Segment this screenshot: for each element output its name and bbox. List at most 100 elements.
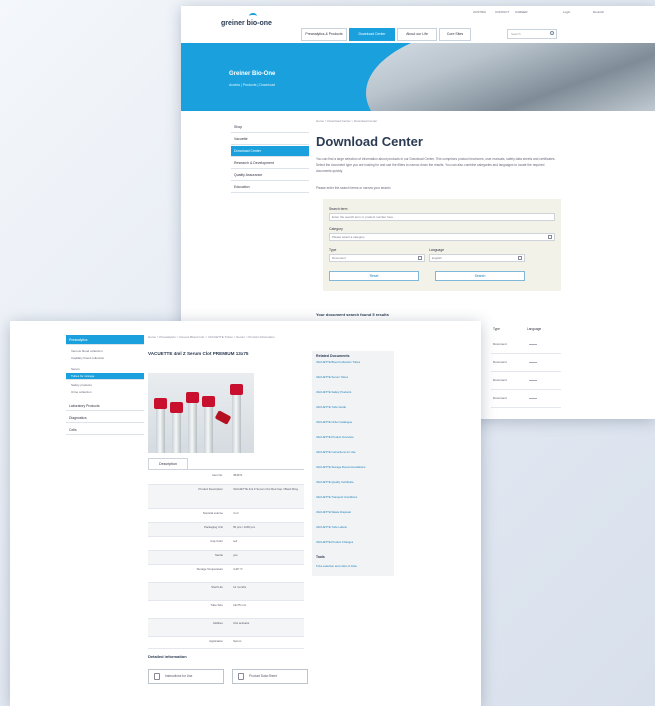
detailed-information-heading: Detailed information (148, 654, 187, 659)
search-note: Please enter the search terms or narrow … (316, 186, 392, 190)
spec-value: VACUETTE 4ml Z Serum Clot Red Cap / Blac… (233, 487, 298, 491)
search-input[interactable]: Search (507, 29, 557, 39)
type-label: Type (329, 248, 337, 252)
document-link[interactable]: VACUETTE Order Catalogue (316, 420, 390, 425)
instructions-download-button[interactable]: Instructions for Use (148, 669, 224, 684)
product-detail-page: Preanalytics Venous blood collection Cap… (10, 321, 481, 706)
spec-key: Cap Color (210, 539, 223, 543)
reset-button[interactable]: Reset (329, 271, 419, 281)
search-term-field[interactable]: Enter the search term or product number … (329, 213, 555, 221)
document-link[interactable]: VACUETTE Waste Disposal (316, 510, 390, 515)
util-link-career[interactable]: CAREER (515, 10, 528, 14)
table-row[interactable]: Document (491, 372, 561, 390)
sidebar-item-download-center[interactable]: Download Center (231, 146, 309, 157)
spec-key: Tube Size (210, 603, 223, 607)
instructions-label: Instructions for Use (165, 674, 193, 678)
column-header-type[interactable]: Type (493, 327, 500, 331)
search-icon[interactable] (550, 31, 554, 35)
column-header-language[interactable]: Language (527, 327, 541, 331)
spec-value: 12 months (233, 585, 247, 589)
row-language-dash (529, 344, 537, 345)
sidebar-item-shop[interactable]: Shop (231, 122, 309, 133)
sidebar-item-quality[interactable]: Quality Assurance (231, 170, 309, 181)
tab-divider (148, 469, 304, 470)
breadcrumb[interactable]: Home > Preanalytics > Venous Blood Coll.… (148, 335, 275, 339)
spec-key: Application (209, 639, 223, 643)
site-logo[interactable]: greiner bio-one (221, 20, 272, 27)
spec-row: Storage Temperature 4-25 °C (148, 565, 304, 583)
tools-link[interactable]: Tube selection and order of draw (316, 564, 357, 568)
page-title: Download Center (316, 134, 423, 149)
util-link-contact[interactable]: CONTACT (495, 10, 509, 14)
category-label: Category (329, 227, 343, 231)
language-link[interactable]: Deutsch (593, 10, 604, 14)
tube-graphic (186, 392, 199, 453)
tab-description[interactable]: Description (148, 458, 188, 469)
tube-cap-graphic (214, 410, 232, 425)
spec-key: Packaging Unit (204, 525, 223, 529)
type-select[interactable]: Document (329, 254, 425, 262)
sidebar-item-education[interactable]: Education (231, 182, 309, 193)
sidebar-subitem-active[interactable]: Tubes for storage (66, 373, 144, 380)
spec-key: Nominal volume (202, 511, 223, 515)
document-link[interactable]: VACUETTE Serum Tubes (316, 375, 390, 380)
search-button[interactable]: Search (435, 271, 525, 281)
sidebar-item-laboratory[interactable]: Laboratory Products (66, 401, 144, 411)
hero-keyboard-image (366, 43, 655, 111)
table-row[interactable]: Document (491, 390, 561, 408)
language-select[interactable]: English (429, 254, 525, 262)
product-title: VACUETTE 4ml Z Serum Clot PREMIUM 13x75 (148, 351, 249, 356)
datasheet-download-button[interactable]: Product Data Sheet (232, 669, 308, 684)
sidebar-subitem[interactable]: Venous blood collection (66, 348, 144, 354)
product-image (148, 373, 254, 453)
hero-subtitle: Austria | Products | Download (229, 83, 275, 87)
document-link[interactable]: VACUETTE Tube Guide (316, 405, 390, 410)
document-link[interactable]: VACUETTE Storage Recommendations (316, 465, 390, 470)
related-documents-panel: Related Documents VACUETTE Blood Collect… (312, 351, 394, 573)
sidebar-item-vacuette[interactable]: Vacuette (231, 134, 309, 145)
sidebar-subitem[interactable]: Capillary blood collection (66, 355, 144, 361)
document-link[interactable]: VACUETTE Blood Collection Tubes (316, 360, 390, 365)
nav-tab-about[interactable]: About our Life (397, 28, 437, 41)
category-value: Please select a category (332, 235, 365, 239)
spec-row: Sterile yes (148, 551, 304, 565)
spec-value: 13x75 mm (233, 603, 247, 607)
spec-row: Additive Clot activator (148, 619, 304, 637)
document-link[interactable]: VACUETTE Transport Conditions (316, 495, 390, 500)
row-type: Document (493, 378, 507, 382)
document-link[interactable]: VACUETTE Quality Certificate (316, 480, 390, 485)
datasheet-label: Product Data Sheet (249, 674, 277, 678)
document-link[interactable]: VACUETTE Product Overview (316, 435, 390, 440)
document-link[interactable]: VACUETTE Safety Products (316, 390, 390, 395)
related-documents-title: Related Documents (316, 354, 350, 358)
document-link[interactable]: VACUETTE Instructions for Use (316, 450, 390, 455)
hero-title: Greiner Bio-One (229, 71, 276, 77)
nav-tab-download-center[interactable]: Download Center (349, 28, 395, 41)
spec-row: Application Serum (148, 637, 304, 649)
sidebar-subitem[interactable]: Serum (66, 366, 144, 372)
spec-value: Clot activator (233, 621, 250, 625)
table-row[interactable]: Document (491, 354, 561, 372)
sidebar-item-research[interactable]: Research & Development (231, 158, 309, 169)
nav-tab-products[interactable]: Preanalytics & Products (301, 28, 347, 41)
util-link-austria[interactable]: AUSTRIA (473, 10, 486, 14)
breadcrumb[interactable]: Home > Download Center > Download Center (316, 119, 377, 123)
sidebar-subitem[interactable]: Urine collection (66, 389, 144, 395)
nav-tab-core-sites[interactable]: Core Sites (439, 28, 471, 41)
sidebar-item-preanalytics[interactable]: Preanalytics (66, 335, 144, 345)
spec-value: 50 pcs / 1200 pcs (233, 525, 256, 529)
sidebar-item-diagnostics[interactable]: Diagnostics (66, 413, 144, 423)
document-link[interactable]: VACUETTE Tube Labels (316, 525, 390, 530)
document-icon (154, 673, 160, 680)
tube-graphic (170, 402, 183, 453)
category-select[interactable]: Please select a category (329, 233, 555, 241)
sidebar-subitem[interactable]: Safety products (66, 382, 144, 388)
login-link[interactable]: Login (563, 10, 570, 14)
spec-value: 4 ml (233, 511, 239, 515)
type-value: Document (332, 256, 346, 260)
table-row[interactable]: Document (491, 336, 561, 354)
document-link[interactable]: VACUETTE Product Changes (316, 540, 390, 545)
hero-banner: Greiner Bio-One Austria | Products | Dow… (181, 43, 655, 111)
sidebar-item-cells[interactable]: Cells (66, 425, 144, 435)
spec-row: Nominal volume 4 ml (148, 509, 304, 523)
